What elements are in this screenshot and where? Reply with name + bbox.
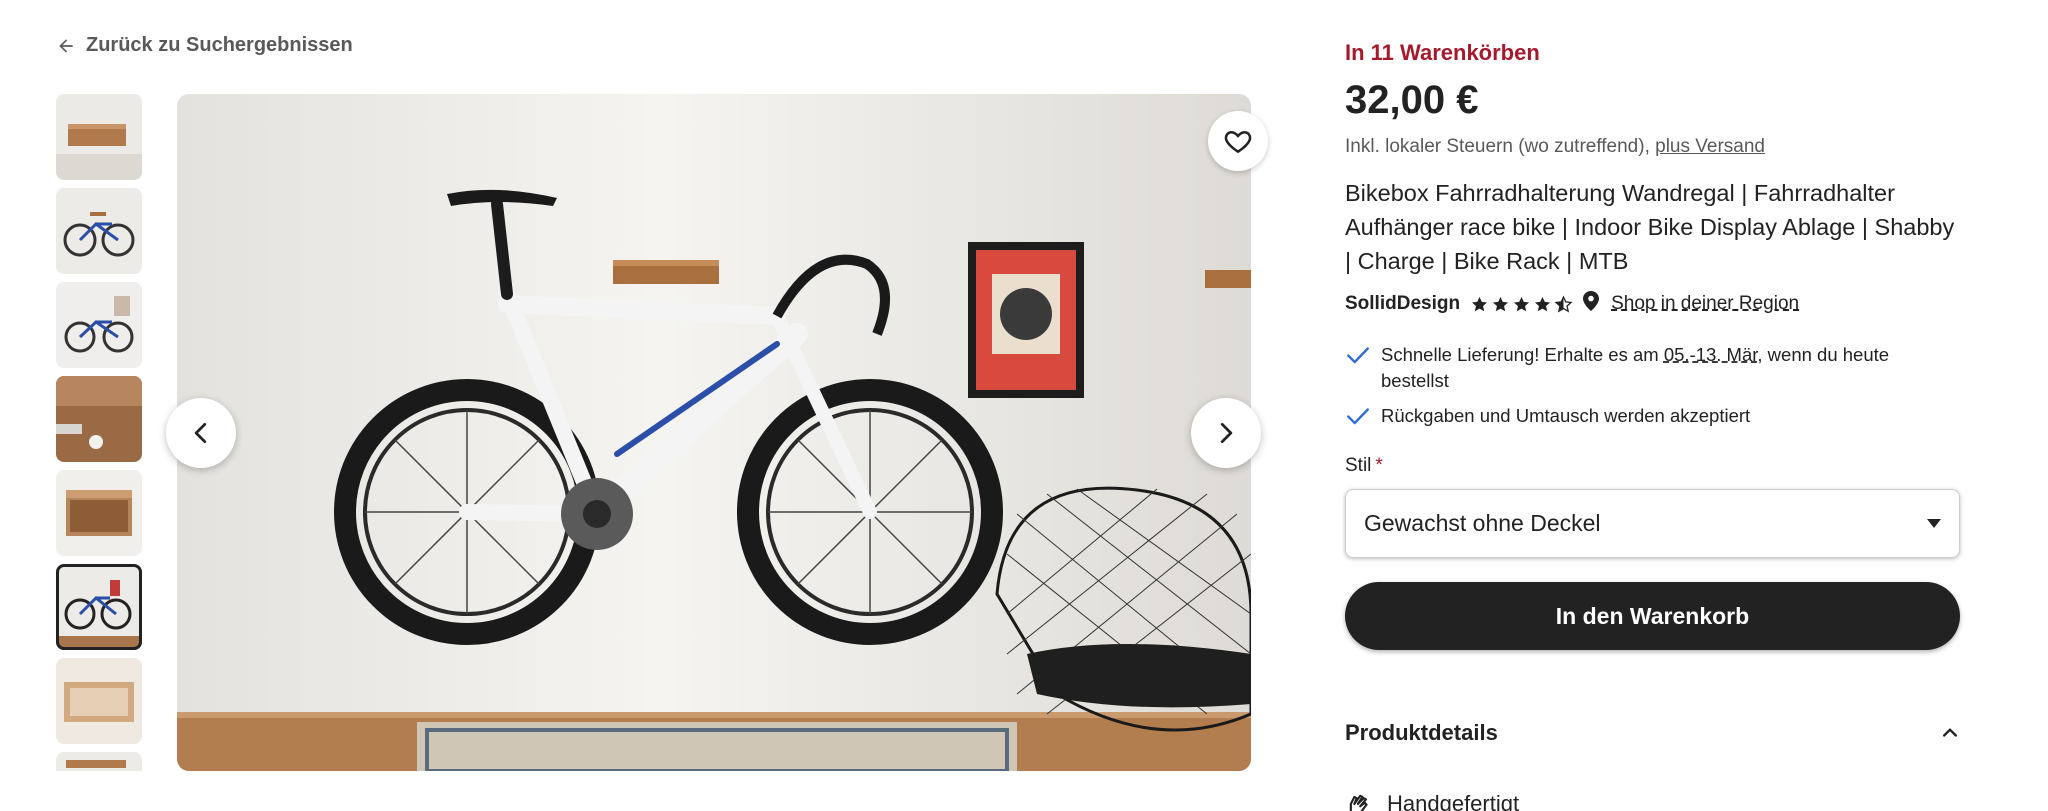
delivery-benefit: Schnelle Lieferung! Erhalte es am 05.-13… [1345, 342, 1960, 394]
arrow-left-icon [59, 38, 73, 53]
star-half-icon [1554, 294, 1573, 312]
previous-image-button[interactable] [166, 398, 236, 468]
thumbnail[interactable] [56, 188, 142, 274]
delivery-date[interactable]: 05.-13. Mär [1664, 344, 1758, 365]
product-details-toggle[interactable]: Produktdetails [1345, 720, 1960, 746]
thumbnail[interactable] [56, 376, 142, 462]
back-to-results-link[interactable]: Zurück zu Suchergebnissen [56, 34, 353, 57]
star-icon [1472, 296, 1488, 311]
hand-icon [1349, 794, 1368, 811]
shop-info: SollidDesign Shop in deiner Region [1345, 291, 1799, 317]
caret-down-icon [1927, 519, 1941, 528]
back-link-label: Zurück zu Suchergebnissen [86, 34, 353, 56]
add-to-cart-button[interactable]: In den Warenkorb [1345, 582, 1960, 650]
shop-region-link[interactable]: Shop in deiner Region [1611, 293, 1799, 315]
thumbnail[interactable] [56, 470, 142, 556]
chevron-right-icon [1220, 422, 1233, 444]
tax-note-text: Inkl. lokaler Steuern (wo zutreffend), [1345, 136, 1656, 157]
rating-stars [1470, 294, 1573, 314]
style-select-value: Gewachst ohne Deckel [1364, 510, 1601, 536]
main-product-image [177, 94, 1251, 771]
checkmark-icon [1347, 347, 1369, 364]
style-select[interactable]: Gewachst ohne Deckel [1345, 489, 1960, 558]
tax-note: Inkl. lokaler Steuern (wo zutreffend), p… [1345, 136, 1765, 158]
product-title: Bikebox Fahrradhalterung Wandregal | Fah… [1345, 180, 1955, 274]
thumbnail[interactable] [56, 282, 142, 368]
chevron-left-icon [194, 422, 207, 444]
required-mark: * [1375, 455, 1383, 476]
checkmark-icon [1347, 408, 1369, 425]
thumbnail[interactable] [56, 752, 142, 771]
location-pin-icon [1583, 291, 1600, 317]
shipping-link[interactable]: plus Versand [1655, 136, 1765, 157]
delivery-text: Schnelle Lieferung! Erhalte es am 05.-13… [1381, 344, 1890, 391]
chevron-up-icon [1943, 728, 1957, 737]
thumbnail[interactable] [56, 658, 142, 744]
product-details-heading: Produktdetails [1345, 720, 1498, 745]
thumbnail-strip [56, 94, 142, 771]
returns-text: Rückgaben und Umtausch werden akzeptiert [1381, 405, 1751, 426]
star-icon [1514, 296, 1530, 311]
star-icon [1535, 296, 1551, 311]
cart-count-notice: In 11 Warenkörben [1345, 40, 1540, 65]
star-icon [1493, 296, 1509, 311]
handmade-detail: Handgefertigt [1345, 790, 1519, 811]
style-label: Stil * [1345, 455, 1383, 476]
thumbnail-active[interactable] [56, 564, 142, 650]
heart-outline-icon [1224, 130, 1252, 154]
next-image-button[interactable] [1191, 398, 1261, 468]
favorite-button[interactable] [1208, 111, 1268, 171]
returns-benefit: Rückgaben und Umtausch werden akzeptiert [1345, 403, 1960, 429]
thumbnail[interactable] [56, 94, 142, 180]
handmade-label: Handgefertigt [1387, 791, 1520, 811]
product-price: 32,00 € [1345, 78, 1479, 122]
shop-name-link[interactable]: SollidDesign [1345, 293, 1460, 315]
